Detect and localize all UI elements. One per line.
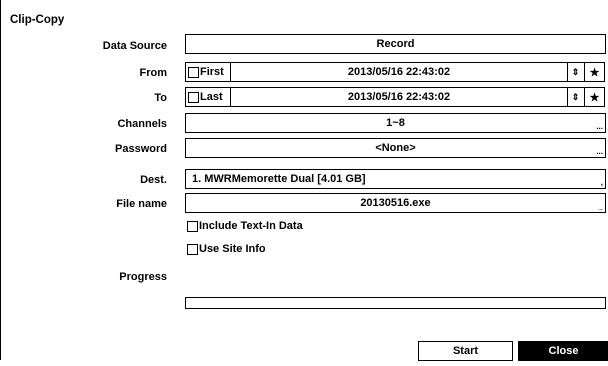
- close-button[interactable]: Close: [518, 341, 608, 361]
- from-label: From: [139, 67, 168, 79]
- password-value: <None>: [375, 142, 416, 154]
- to-star-icon[interactable]: ★: [585, 87, 605, 107]
- progress-label: Progress: [119, 271, 167, 283]
- use-site-info-option[interactable]: Use Site Info: [187, 243, 266, 255]
- data-source-field[interactable]: Record: [185, 34, 606, 54]
- include-text-in-checkbox[interactable]: [187, 220, 198, 232]
- file-name-field[interactable]: 20130516.exe _: [185, 193, 606, 213]
- dest-value: 1. MWRMemorette Dual [4.01 GB]: [192, 173, 366, 185]
- last-checkbox[interactable]: [188, 91, 199, 103]
- dialog-title: Clip-Copy: [10, 14, 65, 26]
- dest-more-icon: ,: [600, 178, 603, 187]
- data-source-value: Record: [376, 38, 415, 50]
- file-name-value: 20130516.exe: [360, 197, 431, 209]
- channels-label: Channels: [117, 118, 167, 130]
- file-name-label: File name: [116, 198, 167, 210]
- dest-label: Dest.: [140, 174, 167, 186]
- from-star-icon[interactable]: ★: [585, 62, 605, 82]
- last-checkbox-group[interactable]: Last: [185, 87, 231, 107]
- password-label: Password: [115, 143, 167, 155]
- use-site-info-checkbox[interactable]: [187, 243, 198, 255]
- dest-dropdown[interactable]: 1. MWRMemorette Dual [4.01 GB] ,: [185, 169, 606, 189]
- include-text-in-option[interactable]: Include Text-In Data: [187, 220, 303, 232]
- first-checkbox[interactable]: [188, 66, 199, 78]
- to-label: To: [154, 92, 167, 104]
- include-text-in-label: Include Text-In Data: [199, 220, 303, 232]
- channels-more-icon: ...: [596, 122, 603, 131]
- password-field[interactable]: <None> ...: [185, 138, 606, 158]
- channels-value: 1~8: [386, 117, 405, 129]
- to-datetime-field[interactable]: 2013/05/16 22:43:02: [230, 87, 568, 107]
- clip-copy-dialog: Clip-Copy Data Source Record From First …: [0, 0, 608, 361]
- start-button[interactable]: Start: [418, 341, 513, 361]
- first-checkbox-label: First: [200, 66, 224, 78]
- from-datetime-field[interactable]: 2013/05/16 22:43:02: [230, 62, 568, 82]
- from-datetime-value: 2013/05/16 22:43:02: [347, 66, 451, 78]
- from-spinner-icon[interactable]: ⇕: [567, 62, 585, 82]
- first-checkbox-group[interactable]: First: [185, 62, 231, 82]
- to-spinner-icon[interactable]: ⇕: [567, 87, 585, 107]
- password-more-icon: ...: [596, 147, 603, 156]
- use-site-info-label: Use Site Info: [199, 243, 266, 255]
- channels-field[interactable]: 1~8 ...: [185, 113, 606, 133]
- to-datetime-value: 2013/05/16 22:43:02: [347, 91, 451, 103]
- data-source-label: Data Source: [102, 40, 167, 52]
- progress-bar: [185, 297, 606, 309]
- file-name-more-icon: _: [598, 202, 603, 211]
- last-checkbox-label: Last: [200, 91, 223, 103]
